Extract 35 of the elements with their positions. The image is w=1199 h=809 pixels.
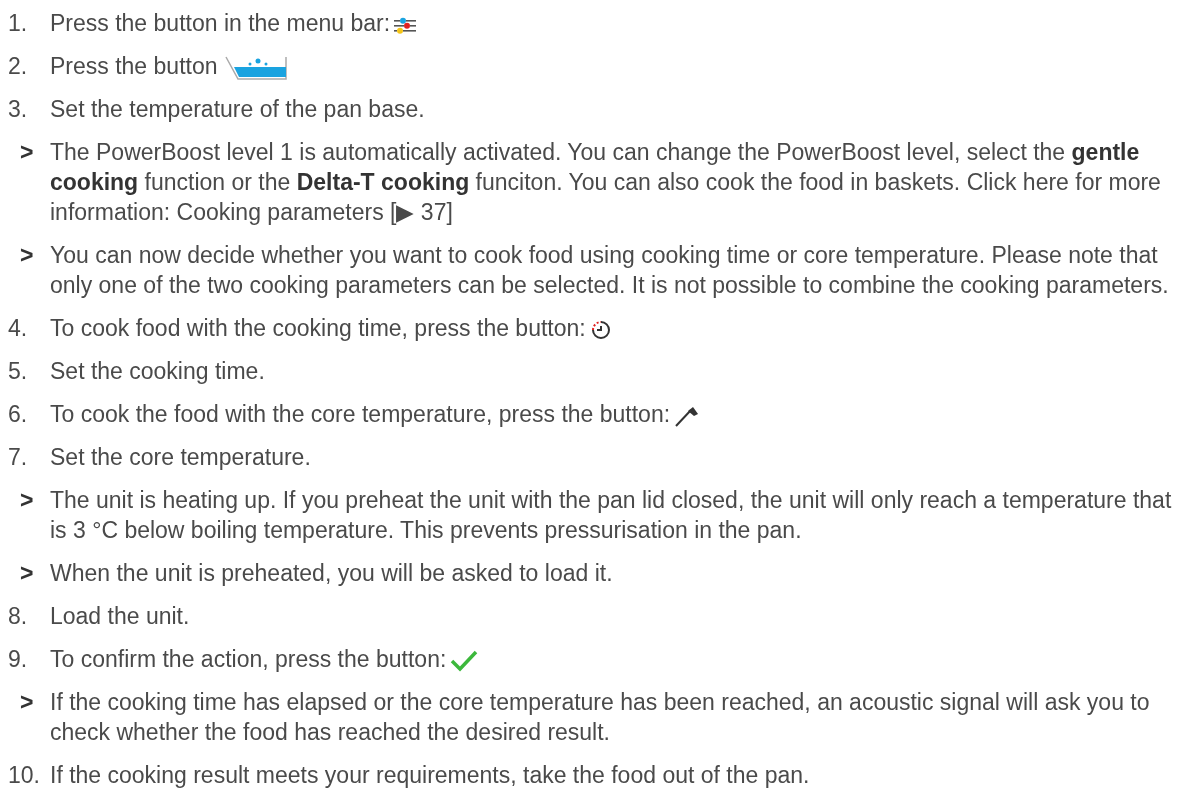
instruction-text: You can now decide whether you want to cook food using cooking time or core temperature. Please note that only one of the two cooking parameters can be selected. It is not possible to combine the cooking parameters. <box>50 242 1169 298</box>
step-number: 1. <box>7 9 29 38</box>
instruction-text: If the cooking time has elapsed or the core temperature has been reached, an acoustic signal will ask you to check whether the food has reached the desired result. <box>50 689 1150 745</box>
step-number: 9. <box>7 645 29 674</box>
cross-reference-link[interactable]: Cooking parameters [▶ 37] <box>176 199 453 225</box>
instruction-text: When the unit is preheated, you will be asked to load it. <box>50 560 613 586</box>
instruction-text: The unit is heating up. If you preheat the unit with the pan lid closed, the unit will only reach a temperature that is 3 °C below boiling temperature. This prevents pressurisation in the pan. <box>50 487 1172 543</box>
step-number: 3. <box>7 95 29 124</box>
step-number: 4. <box>7 314 29 343</box>
instruction-text: To cook the food with the core temperature, press the button: <box>50 401 671 427</box>
step-number: 7. <box>7 443 29 472</box>
instruction-text: Load the unit. <box>50 603 190 629</box>
instruction-text: If the cooking result meets your requirements, take the food out of the pan. <box>50 762 810 788</box>
result-marker: > <box>19 241 35 270</box>
instruction-text: To cook food with the cooking time, press the button: <box>50 315 586 341</box>
instruction-text: The PowerBoost level 1 is automatically activated. You can change the PowerBoost level, select the gentle cooking function or the Delta-T cooking funciton. You can also cook the food in baskets. Click here for more information: Cooking parameters [▶ 37] <box>50 139 1161 225</box>
timer-icon <box>589 318 612 341</box>
pan-icon <box>223 54 288 81</box>
step-number: 10. <box>7 761 41 790</box>
instruction-text: Press the button in the menu bar: <box>50 10 391 36</box>
instruction-text: Set the temperature of the pan base. <box>50 96 425 122</box>
result-marker: > <box>19 688 35 717</box>
instruction-text: Set the core temperature. <box>50 444 311 470</box>
probe-icon <box>674 404 701 427</box>
instruction-text: Set the cooking time. <box>50 358 265 384</box>
result-marker: > <box>19 138 35 167</box>
checkmark-icon <box>450 649 479 672</box>
result-marker: > <box>19 559 35 588</box>
instruction-text: Press the button <box>50 53 218 79</box>
step-number: 8. <box>7 602 29 631</box>
step-number: 2. <box>7 52 29 81</box>
step-number: 5. <box>7 357 29 386</box>
instruction-text: To confirm the action, press the button: <box>50 646 447 672</box>
result-marker: > <box>19 486 35 515</box>
step-number: 6. <box>7 400 29 429</box>
